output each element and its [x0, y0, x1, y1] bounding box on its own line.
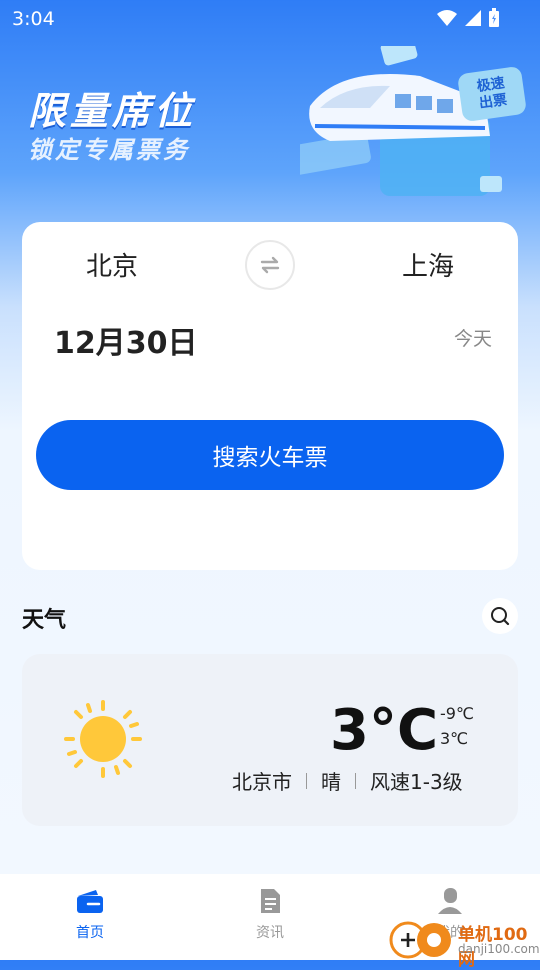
stamp-line2: 出票: [478, 92, 509, 112]
booking-card: 北京 上海 12月30日 今天 搜索火车票: [22, 222, 518, 570]
wifi-icon: [437, 10, 457, 26]
divider: [355, 772, 356, 789]
site-watermark: 单机100网 danji100.com: [388, 916, 540, 970]
banner-title: 限量席位: [28, 89, 197, 133]
search-tickets-button[interactable]: 搜索火车票: [36, 420, 504, 490]
battery-icon: [489, 8, 499, 27]
watermark-logo-icon: [389, 921, 451, 959]
departure-date[interactable]: 12月30日: [54, 318, 198, 362]
high-temperature: 3℃: [440, 729, 469, 748]
day-label: 今天: [453, 328, 492, 350]
tab-news-label: 资讯: [256, 925, 284, 941]
divider: [306, 772, 307, 789]
search-icon: [491, 607, 510, 626]
train-illustration: 极速 出票: [278, 37, 540, 216]
status-time: 3:04: [12, 8, 55, 30]
arrival-city[interactable]: 上海: [402, 246, 454, 283]
weather-city: 北京市: [232, 770, 292, 794]
weather-info-row: 北京市 晴 风速1-3级: [232, 766, 463, 795]
tab-home-label: 首页: [76, 925, 104, 941]
status-bar: 3:04: [0, 0, 540, 36]
tab-news[interactable]: 资讯: [220, 886, 320, 942]
wind-speed: 风速1-3级: [370, 770, 463, 794]
user-icon: [438, 888, 462, 914]
status-icons: [436, 8, 500, 28]
weather-card: 3°C -9℃ 3℃ 北京市 晴 风速1-3级: [22, 654, 518, 826]
banner-subtitle: 锁定专属票务: [28, 136, 190, 164]
signal-icon: [465, 10, 481, 26]
ticket-icon: [77, 890, 103, 913]
current-temperature: 3°C: [330, 698, 439, 763]
news-icon: [261, 889, 280, 913]
promo-banner[interactable]: 限量席位 锁定专属票务 极速 出票: [0, 36, 540, 216]
departure-city[interactable]: 北京: [86, 246, 138, 283]
weather-condition: 晴: [321, 770, 341, 794]
express-ticket-stamp: 极速 出票: [456, 65, 528, 123]
weather-search-button[interactable]: [482, 598, 518, 634]
swap-icon: [260, 256, 280, 274]
low-temperature: -9℃: [440, 704, 474, 723]
weather-section-title: 天气: [22, 608, 67, 633]
swap-cities-button[interactable]: [245, 240, 295, 290]
watermark-url: danji100.com: [458, 942, 540, 956]
sunny-icon: [64, 700, 142, 778]
tab-home[interactable]: 首页: [40, 886, 140, 942]
